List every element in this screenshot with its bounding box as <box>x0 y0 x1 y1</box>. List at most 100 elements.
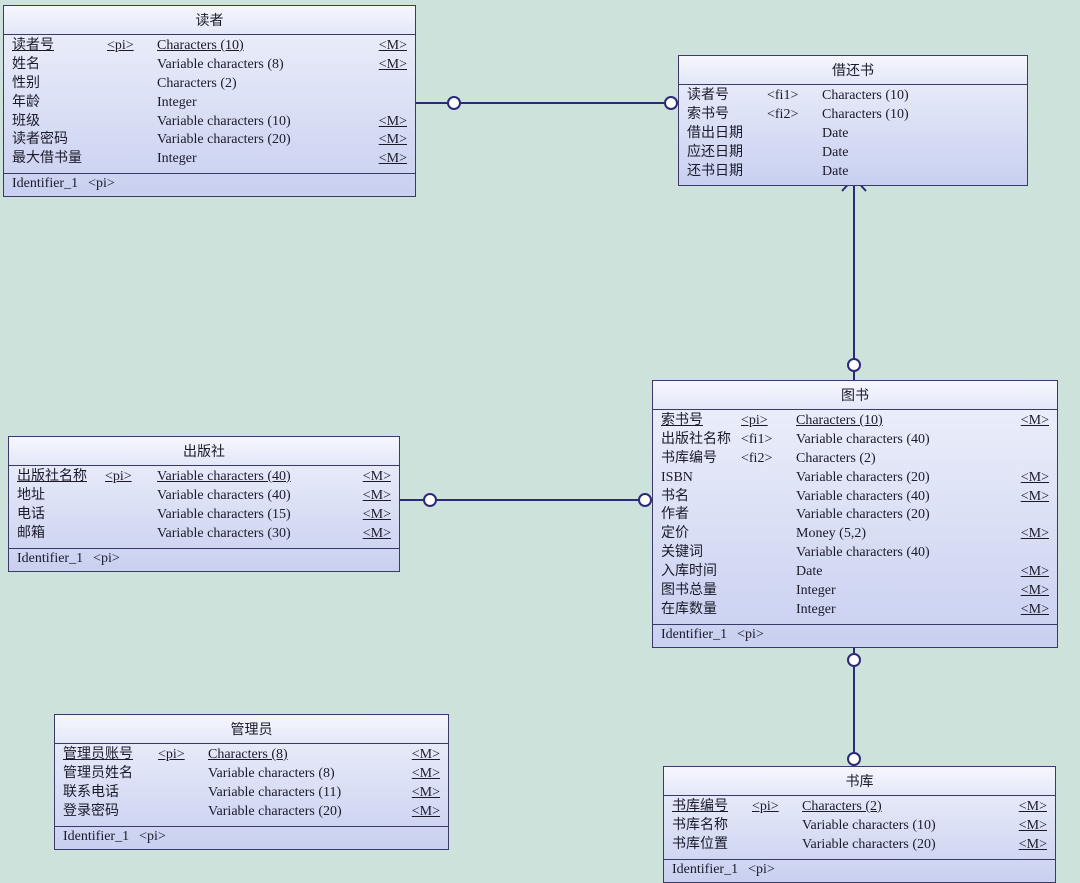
attribute-row: 图书总量Integer<M> <box>661 582 1049 601</box>
attr-name: 出版社名称 <box>17 468 105 487</box>
attr-type: Integer <box>157 94 373 113</box>
attr-name: 作者 <box>661 506 741 525</box>
entity-publisher[interactable]: 出版社 出版社名称<pi>Variable characters (40)<M>… <box>8 436 400 572</box>
attr-type: Variable characters (10) <box>157 113 373 132</box>
attr-type: Characters (8) <box>208 746 406 765</box>
entity-book[interactable]: 图书 索书号<pi>Characters (10)<M>出版社名称<fi1>Va… <box>652 380 1058 648</box>
attr-name: 索书号 <box>661 412 741 431</box>
attr-tag <box>741 488 796 507</box>
attribute-row: 还书日期Date <box>687 163 1019 182</box>
attr-tag <box>107 150 157 169</box>
attr-type: Integer <box>157 150 373 169</box>
attr-tag: <pi> <box>107 37 157 56</box>
attr-name: 读者号 <box>12 37 107 56</box>
attr-type: Variable characters (40) <box>157 468 357 487</box>
attr-tag <box>741 582 796 601</box>
attr-tag <box>741 563 796 582</box>
attr-tag: <pi> <box>752 798 802 817</box>
attr-tag: <fi2> <box>741 450 796 469</box>
attr-mandatory <box>1015 544 1049 563</box>
attr-name: 应还日期 <box>687 144 767 163</box>
attribute-row: 管理员姓名Variable characters (8)<M> <box>63 765 440 784</box>
attr-name: 联系电话 <box>63 784 158 803</box>
attr-type: Variable characters (40) <box>796 431 1015 450</box>
attr-name: 书名 <box>661 488 741 507</box>
attr-mandatory: <M> <box>1013 836 1047 855</box>
attribute-row: 关键词Variable characters (40) <box>661 544 1049 563</box>
attribute-row: 书库编号<fi2>Characters (2) <box>661 450 1049 469</box>
attr-type: Variable characters (40) <box>796 488 1015 507</box>
attr-tag <box>752 836 802 855</box>
attr-type: Variable characters (20) <box>157 131 373 150</box>
attr-mandatory: <M> <box>1015 563 1049 582</box>
attr-name: 在库数量 <box>661 601 741 620</box>
attr-tag: <fi1> <box>741 431 796 450</box>
attr-tag <box>741 525 796 544</box>
attr-tag <box>767 144 822 163</box>
attribute-row: 最大借书量Integer<M> <box>12 150 407 169</box>
entity-identifier: Identifier_1 <pi> <box>9 548 399 571</box>
attribute-row: 书名 Variable characters (40)<M> <box>661 488 1049 507</box>
attr-tag: <pi> <box>741 412 796 431</box>
entity-title: 书库 <box>664 767 1055 795</box>
attr-mandatory: <M> <box>373 150 407 169</box>
attr-name: 管理员账号 <box>63 746 158 765</box>
attr-tag <box>752 817 802 836</box>
attr-tag <box>741 506 796 525</box>
attr-type: Variable characters (20) <box>208 803 406 822</box>
attribute-row: ISBNVariable characters (20)<M> <box>661 469 1049 488</box>
attribute-row: 读者密码Variable characters (20)<M> <box>12 131 407 150</box>
attribute-row: 应还日期 Date <box>687 144 1019 163</box>
entity-title: 图书 <box>653 381 1057 409</box>
attr-type: Characters (10) <box>157 37 373 56</box>
attribute-row: 联系电话Variable characters (11)<M> <box>63 784 440 803</box>
attr-name: 电话 <box>17 506 105 525</box>
attribute-row: 索书号<pi>Characters (10)<M> <box>661 412 1049 431</box>
attr-mandatory: <M> <box>1015 412 1049 431</box>
attr-mandatory: <M> <box>357 468 391 487</box>
attr-tag <box>105 506 157 525</box>
attr-mandatory: <M> <box>373 37 407 56</box>
attr-name: 书库名称 <box>672 817 752 836</box>
attribute-row: 年龄Integer <box>12 94 407 113</box>
attr-tag <box>741 469 796 488</box>
entity-stack[interactable]: 书库 书库编号<pi>Characters (2)<M>书库名称 Variable… <box>663 766 1056 883</box>
attr-tag <box>158 784 208 803</box>
attribute-row: 书库编号<pi>Characters (2)<M> <box>672 798 1047 817</box>
attr-type: Variable characters (40) <box>157 487 357 506</box>
attribute-row: 书库位置 Variable characters (20)<M> <box>672 836 1047 855</box>
attr-mandatory: <M> <box>357 525 391 544</box>
attribute-row: 借出日期Date <box>687 125 1019 144</box>
attr-mandatory: <M> <box>373 56 407 75</box>
attr-type: Date <box>822 144 1019 163</box>
attr-name: 读者号 <box>687 87 767 106</box>
attr-type: Variable characters (20) <box>802 836 1013 855</box>
attribute-row: 电话Variable characters (15)<M> <box>17 506 391 525</box>
attr-type: Variable characters (20) <box>796 506 1015 525</box>
attr-mandatory: <M> <box>1015 488 1049 507</box>
entity-admin[interactable]: 管理员 管理员账号<pi>Characters (8)<M>管理员姓名Varia… <box>54 714 449 850</box>
attribute-row: 索书号<fi2>Characters (10) <box>687 106 1019 125</box>
attr-type: Integer <box>796 601 1015 620</box>
entity-reader[interactable]: 读者 读者号<pi>Characters (10)<M>姓名Variable c… <box>3 5 416 197</box>
attr-tag <box>767 163 822 182</box>
attr-mandatory: <M> <box>1013 817 1047 836</box>
attr-mandatory: <M> <box>1015 525 1049 544</box>
attr-name: 性别 <box>12 75 107 94</box>
attr-name: 还书日期 <box>687 163 767 182</box>
attr-type: Integer <box>796 582 1015 601</box>
attr-type: Characters (10) <box>822 87 1019 106</box>
attr-tag <box>107 113 157 132</box>
attr-name: 书库位置 <box>672 836 752 855</box>
entity-identifier: Identifier_1 <pi> <box>664 859 1055 882</box>
attr-tag <box>107 131 157 150</box>
attr-tag: <pi> <box>105 468 157 487</box>
attr-mandatory: <M> <box>1015 582 1049 601</box>
entity-identifier: Identifier_1 <pi> <box>653 624 1057 647</box>
entity-title: 读者 <box>4 6 415 34</box>
attribute-row: 登录密码Variable characters (20)<M> <box>63 803 440 822</box>
attr-name: 索书号 <box>687 106 767 125</box>
attr-type: Characters (2) <box>157 75 373 94</box>
attr-name: 读者密码 <box>12 131 107 150</box>
entity-borrow[interactable]: 借还书 读者号<fi1>Characters (10)索书号<fi2>Chara… <box>678 55 1028 186</box>
